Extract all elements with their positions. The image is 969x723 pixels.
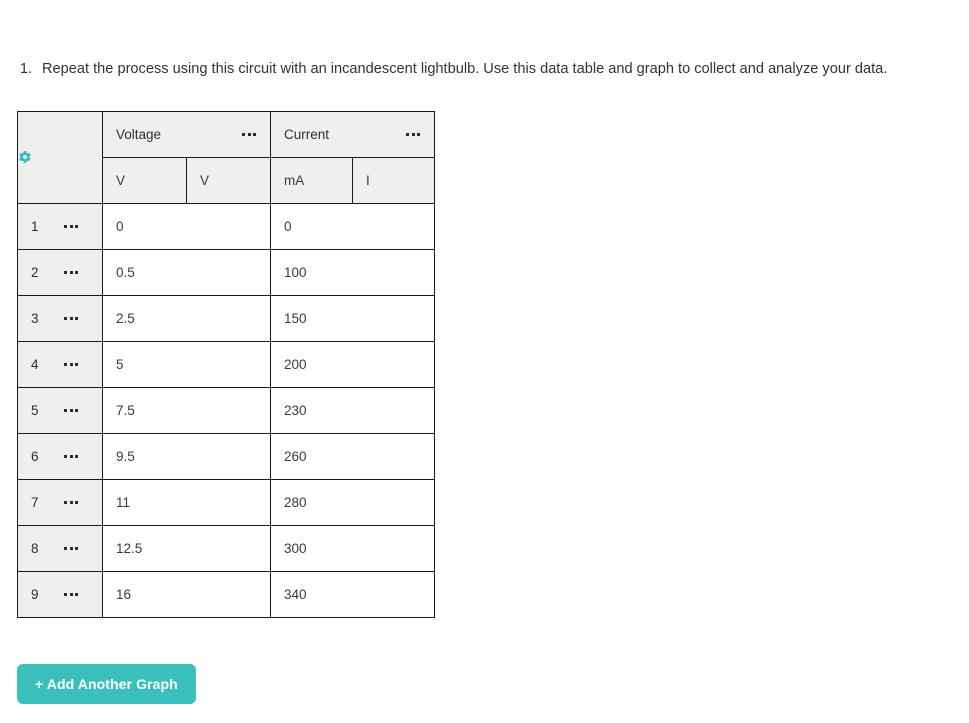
voltage-cell-value: 7.5	[116, 403, 135, 418]
unit-header-current-symbol-label: I	[366, 173, 370, 188]
voltage-cell-value: 2.5	[116, 311, 135, 326]
voltage-cell-value: 16	[116, 587, 132, 602]
row-number-label: 5	[31, 403, 39, 418]
current-column-menu-icon[interactable]	[406, 132, 422, 137]
row-menu-icon[interactable]	[64, 454, 80, 459]
row-menu-icon[interactable]	[64, 224, 80, 229]
row-number-label: 8	[31, 541, 39, 556]
row-header-cell[interactable]: 3	[17, 295, 103, 342]
row-header-cell[interactable]: 1	[17, 203, 103, 250]
voltage-cell[interactable]: 5	[102, 341, 271, 388]
current-cell[interactable]: 340	[270, 571, 435, 618]
row-header-cell[interactable]: 7	[17, 479, 103, 526]
table-row: 6 9.5 260	[17, 433, 435, 480]
current-cell-value: 260	[284, 449, 307, 464]
voltage-cell-value: 0	[116, 219, 124, 234]
current-cell[interactable]: 260	[270, 433, 435, 480]
group-header-current: Current	[270, 111, 435, 158]
voltage-cell[interactable]: 12.5	[102, 525, 271, 572]
row-menu-icon[interactable]	[64, 408, 80, 413]
gear-icon[interactable]	[18, 150, 32, 164]
voltage-cell-value: 0.5	[116, 265, 135, 280]
current-cell[interactable]: 280	[270, 479, 435, 526]
row-number-label: 6	[31, 449, 39, 464]
current-cell[interactable]: 300	[270, 525, 435, 572]
table-row: 3 2.5 150	[17, 295, 435, 342]
question-list-item: 1. Repeat the process using this circuit…	[16, 56, 926, 82]
current-cell-value: 300	[284, 541, 307, 556]
row-menu-icon[interactable]	[64, 546, 80, 551]
current-cell[interactable]: 0	[270, 203, 435, 250]
row-number-label: 4	[31, 357, 39, 372]
current-cell[interactable]: 100	[270, 249, 435, 296]
table-settings-cell[interactable]	[17, 111, 103, 204]
row-number-label: 2	[31, 265, 39, 280]
question-text: Repeat the process using this circuit wi…	[42, 61, 888, 77]
table-row: 2 0.5 100	[17, 249, 435, 296]
row-number-label: 3	[31, 311, 39, 326]
unit-header-voltage-symbol-label: V	[200, 173, 210, 188]
table-row: 7 11 280	[17, 479, 435, 526]
voltage-cell-value: 12.5	[116, 541, 143, 556]
unit-header-current-symbol[interactable]: I	[352, 157, 435, 204]
current-cell[interactable]: 230	[270, 387, 435, 434]
group-header-current-label: Current	[284, 127, 330, 142]
voltage-cell[interactable]: 16	[102, 571, 271, 618]
current-cell-value: 280	[284, 495, 307, 510]
table-head: Voltage Current V V mA I	[17, 111, 435, 204]
row-menu-icon[interactable]	[64, 362, 80, 367]
question-block: 1. Repeat the process using this circuit…	[16, 56, 926, 82]
current-cell-value: 230	[284, 403, 307, 418]
group-header-voltage: Voltage	[102, 111, 271, 158]
current-cell-value: 200	[284, 357, 307, 372]
row-number-label: 1	[31, 219, 39, 234]
table-row: 8 12.5 300	[17, 525, 435, 572]
voltage-cell[interactable]: 0.5	[102, 249, 271, 296]
voltage-cell-value: 5	[116, 357, 124, 372]
row-header-cell[interactable]: 8	[17, 525, 103, 572]
row-header-cell[interactable]: 2	[17, 249, 103, 296]
voltage-cell[interactable]: 2.5	[102, 295, 271, 342]
current-cell[interactable]: 150	[270, 295, 435, 342]
voltage-column-menu-icon[interactable]	[242, 132, 258, 137]
table-row: 9 16 340	[17, 571, 435, 618]
unit-header-voltage-v[interactable]: V	[102, 157, 187, 204]
add-another-graph-button[interactable]: + Add Another Graph	[17, 664, 196, 704]
current-cell-value: 340	[284, 587, 307, 602]
voltage-cell[interactable]: 9.5	[102, 433, 271, 480]
data-table: Voltage Current V V mA I 1 0 0 2 0.5 100…	[17, 111, 435, 618]
data-table-container: Voltage Current V V mA I 1 0 0 2 0.5 100…	[17, 111, 435, 618]
table-body: 1 0 0 2 0.5 100 3 2.5 150 4 5 200 5 7.5 230 6 9.5 260 7 11 2…	[17, 203, 435, 618]
row-header-cell[interactable]: 9	[17, 571, 103, 618]
current-cell-value: 100	[284, 265, 307, 280]
unit-header-current-ma-label: mA	[284, 173, 305, 188]
group-header-voltage-label: Voltage	[116, 127, 162, 142]
unit-header-voltage-v-label: V	[116, 173, 126, 188]
table-row: 1 0 0	[17, 203, 435, 250]
current-cell[interactable]: 200	[270, 341, 435, 388]
current-cell-value: 150	[284, 311, 307, 326]
question-number: 1.	[19, 61, 32, 77]
table-row: 4 5 200	[17, 341, 435, 388]
row-header-cell[interactable]: 6	[17, 433, 103, 480]
group-header-row: Voltage Current	[17, 111, 435, 204]
voltage-cell-value: 9.5	[116, 449, 135, 464]
row-menu-icon[interactable]	[64, 500, 80, 505]
unit-header-voltage-symbol[interactable]: V	[186, 157, 271, 204]
row-menu-icon[interactable]	[64, 316, 80, 321]
voltage-cell-value: 11	[116, 495, 131, 510]
row-header-cell[interactable]: 5	[17, 387, 103, 434]
row-menu-icon[interactable]	[64, 270, 80, 275]
table-row: 5 7.5 230	[17, 387, 435, 434]
row-number-label: 7	[31, 495, 39, 510]
unit-header-current-ma[interactable]: mA	[270, 157, 353, 204]
voltage-cell[interactable]: 11	[102, 479, 271, 526]
current-cell-value: 0	[284, 219, 292, 234]
row-menu-icon[interactable]	[64, 592, 80, 597]
row-header-cell[interactable]: 4	[17, 341, 103, 388]
row-number-label: 9	[31, 587, 39, 602]
voltage-cell[interactable]: 0	[102, 203, 271, 250]
voltage-cell[interactable]: 7.5	[102, 387, 271, 434]
